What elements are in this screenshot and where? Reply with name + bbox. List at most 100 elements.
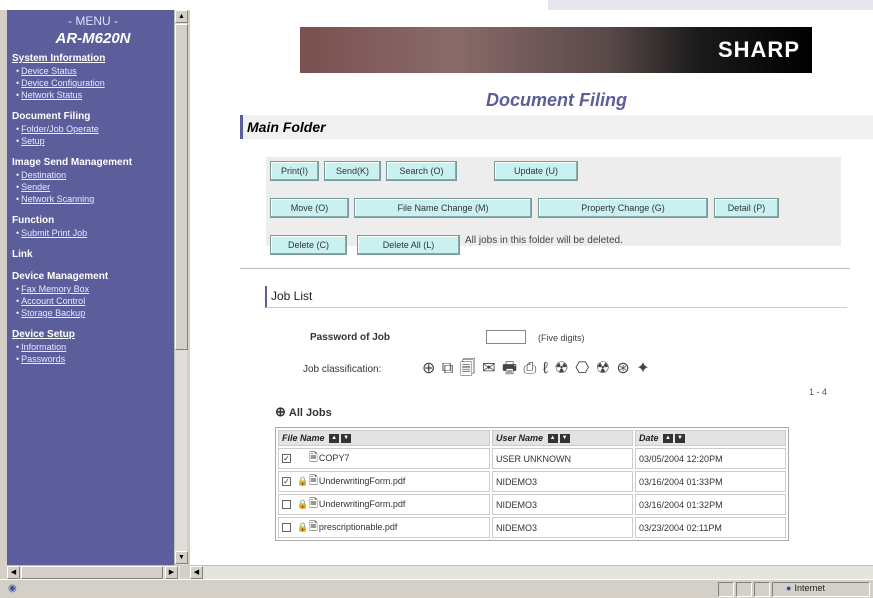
row-checkbox[interactable] [282,523,291,532]
password-label: Password of Job [310,332,391,343]
sort-down-icon[interactable]: ▼ [559,434,570,444]
column-user-name: User Name ▲ ▼ [492,430,633,446]
table-row[interactable]: ✓ 🔒🗎UnderwritingForm.pdf NIDEMO3 03/16/2004… [278,471,786,492]
menu-section-title: Device Setup [12,329,75,340]
menu-link[interactable]: Submit Print Job [12,227,174,239]
scroll-up-arrow-icon[interactable]: ▲ [175,10,188,23]
print-button[interactable]: Print(I) [270,161,319,181]
file-name-cell: 🔒🗎UnderwritingForm.pdf [278,494,490,515]
column-label: File Name [282,432,325,443]
job-list-title: Job List [265,286,847,308]
column-date: Date ▲ ▼ [635,430,786,446]
job-classification-icons[interactable]: ⊕ ⧉ 🗐 ✉ 🖶 ⎙ ℓ ☢ ⎔ ☢ ⊛ ✦ [422,357,651,384]
device-model: AR-M620N [55,30,131,47]
menu-link[interactable]: Account Control [12,295,174,307]
row-checkbox[interactable] [282,500,291,509]
column-label: Date [639,432,659,443]
search-button[interactable]: Search (O) [386,161,457,181]
menu-link[interactable]: Information [12,341,174,353]
send-button[interactable]: Send(K) [324,161,381,181]
date-cell: 03/16/2004 01:32PM [635,494,786,515]
user-name-cell: NIDEMO3 [492,517,633,538]
table-row[interactable]: 🔒🗎prescriptionable.pdf NIDEMO3 03/23/2004 … [278,517,786,538]
menu-section-title: Link [12,249,33,260]
status-bar: ◉ ● Internet [0,579,873,598]
property-change-button[interactable]: Property Change (G) [538,198,708,218]
file-name-change-button[interactable]: File Name Change (M) [354,198,532,218]
file-name-cell: ✓ 🗎COPY7 [278,448,490,469]
row-checkbox[interactable]: ✓ [282,454,291,463]
job-classification-label: Job classification: [303,364,382,375]
menu-link[interactable]: Device Configuration [12,77,174,89]
file-name-link[interactable]: prescriptionable.pdf [319,522,398,532]
scroll-left-arrow-icon[interactable]: ◀ [7,566,20,579]
sort-down-icon[interactable]: ▼ [675,434,686,444]
menu-link[interactable]: Sender [12,181,174,193]
detail-button[interactable]: Detail (P) [714,198,779,218]
menu-section-title: Image Send Management [12,157,133,168]
sort-down-icon[interactable]: ▼ [341,434,352,444]
password-hint: (Five digits) [538,333,585,343]
section-divider [240,268,850,269]
zone-label: Internet [794,583,825,593]
scroll-down-arrow-icon[interactable]: ▼ [175,551,188,564]
all-jobs-label: All Jobs [288,407,332,419]
sort-up-icon[interactable]: ▲ [547,434,558,444]
side-menu: - MENU - AR-M620N System InformationDevi… [7,10,174,565]
menu-hscroll-thumb[interactable] [21,566,163,579]
file-icon: 🗎 [309,521,318,533]
delete-all-button[interactable]: Delete All (L) [357,235,460,255]
delete-all-note: All jobs in this folder will be deleted. [465,235,623,246]
row-checkbox[interactable]: ✓ [282,477,291,486]
sort-up-icon[interactable]: ▲ [329,434,340,444]
update-button[interactable]: Update (U) [494,161,578,181]
main-frame: SHARP Document Filing Main Folder Print(… [190,10,873,565]
menu-link[interactable]: Destination [12,169,174,181]
menu-section-title: Function [12,215,55,226]
user-name-cell: NIDEMO3 [492,494,633,515]
menu-link[interactable]: Folder/Job Operate [12,123,174,135]
globe-icon: ● [786,583,792,593]
menu-horizontal-scrollbar[interactable]: ◀ ▶ [7,565,180,579]
scroll-thumb[interactable] [175,24,188,350]
move-button[interactable]: Move (O) [270,198,349,218]
main-horizontal-scrollbar[interactable]: ◀ [190,565,873,579]
menu-link[interactable]: Fax Memory Box [12,283,174,295]
menu-link[interactable]: Device Status [12,65,174,77]
job-password-input[interactable] [486,330,526,344]
scroll-left-arrow-icon[interactable]: ◀ [190,566,203,579]
menu-link[interactable]: Network Scanning [12,193,174,205]
lock-icon: 🔒 [297,499,309,509]
menu-header: - MENU - [68,14,118,28]
file-name-cell: ✓ 🔒🗎UnderwritingForm.pdf [278,471,490,492]
table-row[interactable]: 🔒🗎UnderwritingForm.pdf NIDEMO3 03/16/2004 … [278,494,786,515]
menu-vertical-scrollbar[interactable]: ▲ ▼ [174,10,188,565]
file-name-link[interactable]: UnderwritingForm.pdf [319,499,406,509]
page-title: Document Filing [486,90,627,110]
status-panel [754,582,770,597]
menu-frame: - MENU - AR-M620N System InformationDevi… [7,10,188,565]
menu-link[interactable]: Network Status [12,89,174,101]
menu-link[interactable]: Storage Backup [12,307,174,319]
sharp-banner: SHARP [300,27,812,73]
menu-link[interactable]: Passwords [12,353,174,365]
menu-section-title: Device Management [12,271,109,282]
all-jobs-icon: ⊕ [275,404,286,419]
file-icon: 🗎 [309,452,318,464]
lock-icon: 🔒 [297,522,309,532]
folder-title: Main Folder [240,115,873,139]
brand-logo: SHARP [717,37,800,62]
file-icon: 🗎 [309,475,318,487]
date-cell: 03/05/2004 12:20PM [635,448,786,469]
table-row[interactable]: ✓ 🗎COPY7 USER UNKNOWN 03/05/2004 12:20PM [278,448,786,469]
file-icon: 🗎 [309,498,318,510]
file-name-link[interactable]: COPY7 [319,453,350,463]
file-name-link[interactable]: UnderwritingForm.pdf [319,476,406,486]
job-table: File Name ▲ ▼ User Name ▲ ▼ Date ▲ ▼ ✓ 🗎COPY… [275,427,789,541]
user-name-cell: NIDEMO3 [492,471,633,492]
sort-up-icon[interactable]: ▲ [663,434,674,444]
scroll-right-arrow-icon[interactable]: ▶ [165,566,178,579]
menu-link[interactable]: Setup [12,135,174,147]
delete-button[interactable]: Delete (C) [270,235,347,255]
date-cell: 03/16/2004 01:33PM [635,471,786,492]
